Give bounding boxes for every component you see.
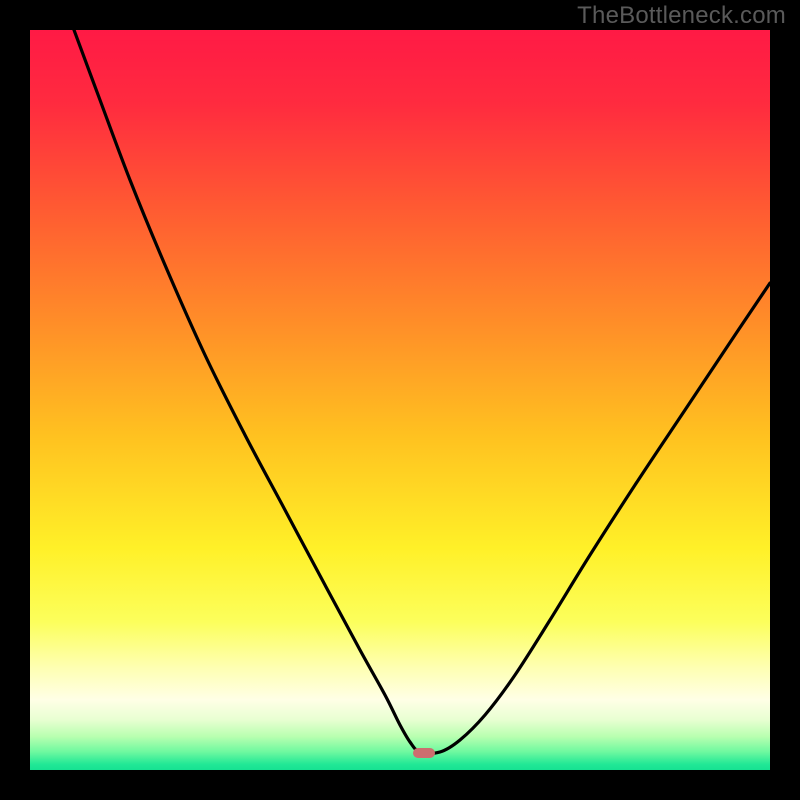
bottleneck-curve (30, 30, 770, 770)
optimal-marker (413, 748, 435, 758)
chart-frame: TheBottleneck.com (0, 0, 800, 800)
attribution-label: TheBottleneck.com (577, 2, 786, 30)
plot-area (30, 30, 770, 770)
